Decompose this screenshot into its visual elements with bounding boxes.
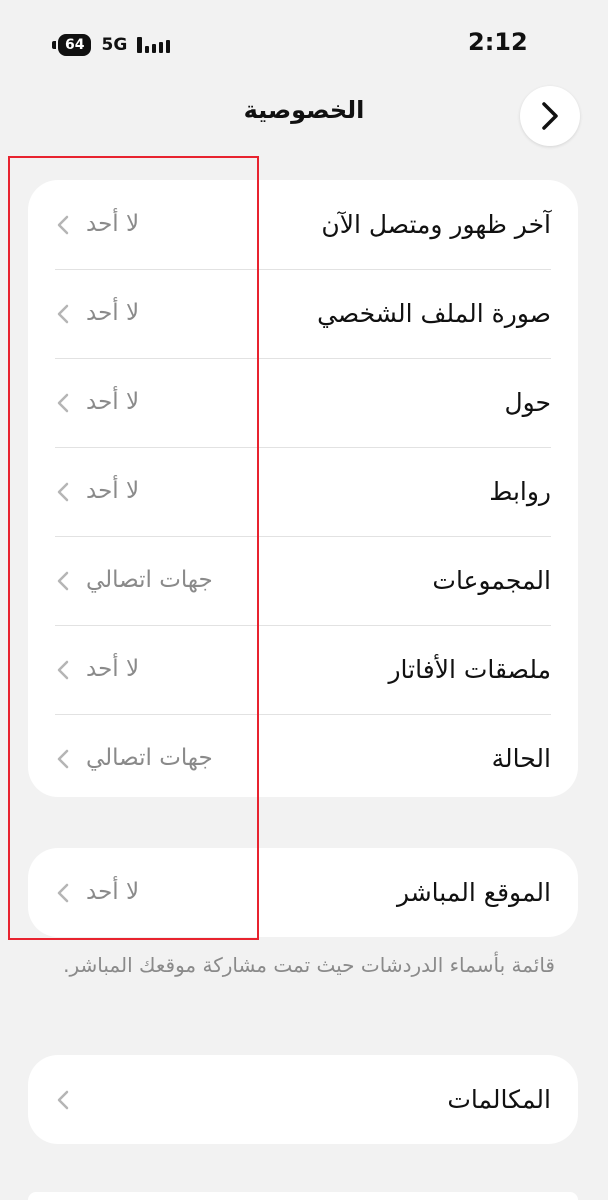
row-value: جهات اتصالي bbox=[86, 745, 213, 771]
row-value: لا أحد bbox=[86, 211, 140, 237]
row-links[interactable]: روابط لا أحد bbox=[28, 447, 578, 536]
row-label: الموقع المباشر bbox=[396, 878, 551, 907]
live-location-card: الموقع المباشر لا أحد bbox=[28, 848, 578, 937]
row-last-seen[interactable]: آخر ظهور ومتصل الآن لا أحد bbox=[28, 180, 578, 269]
status-time: 2:12 bbox=[468, 28, 528, 56]
row-label: حول bbox=[504, 388, 551, 417]
row-value: لا أحد bbox=[86, 389, 140, 415]
signal-icon bbox=[137, 37, 171, 53]
row-calls[interactable]: المكالمات bbox=[28, 1055, 578, 1144]
next-card-partial bbox=[28, 1192, 578, 1200]
row-label: الحالة bbox=[491, 744, 551, 773]
chevron-left-icon bbox=[57, 482, 69, 502]
row-value: لا أحد bbox=[86, 656, 140, 682]
chevron-left-icon bbox=[57, 304, 69, 324]
back-button[interactable] bbox=[520, 86, 580, 146]
chevron-left-icon bbox=[57, 393, 69, 413]
chevron-left-icon bbox=[57, 749, 69, 769]
battery-indicator: 64 bbox=[51, 34, 92, 56]
row-about[interactable]: حول لا أحد bbox=[28, 358, 578, 447]
row-status[interactable]: الحالة جهات اتصالي bbox=[28, 714, 578, 797]
row-profile-photo[interactable]: صورة الملف الشخصي لا أحد bbox=[28, 269, 578, 358]
network-type: 5G bbox=[101, 35, 128, 55]
privacy-settings-card: آخر ظهور ومتصل الآن لا أحد صورة الملف ال… bbox=[28, 180, 578, 797]
row-label: روابط bbox=[489, 477, 551, 506]
row-avatar-stickers[interactable]: ملصقات الأفاتار لا أحد bbox=[28, 625, 578, 714]
page-title: الخصوصية bbox=[243, 96, 365, 124]
row-value: لا أحد bbox=[86, 478, 140, 504]
row-live-location[interactable]: الموقع المباشر لا أحد bbox=[28, 848, 578, 937]
live-location-note: قائمة بأسماء الدردشات حيث تمت مشاركة موق… bbox=[63, 953, 555, 977]
status-icons: 64 5G bbox=[51, 34, 171, 56]
calls-card: المكالمات bbox=[28, 1055, 578, 1144]
row-label: صورة الملف الشخصي bbox=[317, 299, 551, 328]
row-groups[interactable]: المجموعات جهات اتصالي bbox=[28, 536, 578, 625]
row-value: لا أحد bbox=[86, 879, 140, 905]
status-bar: 64 5G 2:12 bbox=[0, 0, 608, 90]
chevron-left-icon bbox=[57, 660, 69, 680]
chevron-left-icon bbox=[57, 883, 69, 903]
chevron-left-icon bbox=[57, 571, 69, 591]
chevron-right-icon bbox=[542, 102, 558, 130]
row-label: المكالمات bbox=[447, 1085, 551, 1114]
row-value: جهات اتصالي bbox=[86, 567, 213, 593]
chevron-left-icon bbox=[57, 215, 69, 235]
row-value: لا أحد bbox=[86, 300, 140, 326]
row-label: المجموعات bbox=[432, 566, 551, 595]
chevron-left-icon bbox=[57, 1090, 69, 1110]
row-label: آخر ظهور ومتصل الآن bbox=[321, 210, 551, 239]
row-label: ملصقات الأفاتار bbox=[388, 655, 551, 684]
